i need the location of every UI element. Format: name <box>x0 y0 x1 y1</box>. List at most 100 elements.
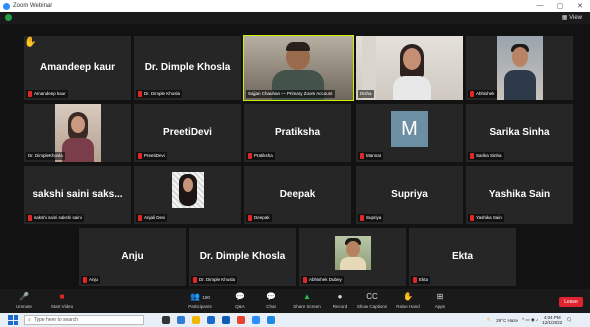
system-tray: ⛅ 29°C Haze ^ ▭ ◉ ♪ 4:04 PM 12/1/2022 🗨 <box>487 315 572 325</box>
chat-icon: 💬 <box>266 292 276 301</box>
caption-text: Anju <box>89 277 99 282</box>
participant-tile[interactable]: Dr. Dimple Khosla Dr. Dimple Khosla <box>134 36 241 100</box>
caption-text: Dr. Dimple Khosla <box>199 277 236 282</box>
mic-muted-icon <box>248 153 252 159</box>
mic-muted-icon <box>470 153 474 159</box>
app-icon[interactable] <box>267 316 275 324</box>
participant-name: Dr. Dimple Khosla <box>199 250 286 262</box>
caption-text: Anjali Devi <box>144 215 166 220</box>
participant-tile[interactable]: PreetiDevi PreetiDevi <box>134 104 241 162</box>
person-body <box>393 76 431 100</box>
participant-tile[interactable]: Dr. DimpleKhosla <box>24 104 131 162</box>
participant-caption: Dr. Dimple Khosla <box>191 276 238 284</box>
mic-muted-icon <box>360 153 364 159</box>
participant-tile[interactable]: Dr. Dimple Khosla Dr. Dimple Khosla <box>189 228 296 286</box>
unmute-label: Unmute <box>16 304 32 309</box>
participant-caption: Pratiksha <box>246 152 275 160</box>
apps-button[interactable]: ⊞ Apps <box>420 291 460 309</box>
participant-caption: Mannat <box>358 152 384 160</box>
zoom-app-icon[interactable] <box>252 316 260 324</box>
window-title: Zoom Webinar <box>13 3 53 9</box>
participant-caption: Abhishek Dubey <box>301 276 344 284</box>
chat-button[interactable]: 💬 Chat <box>251 291 291 309</box>
task-view-icon[interactable] <box>162 316 170 324</box>
participant-caption: Supriya <box>358 214 384 222</box>
person-hair <box>286 42 310 51</box>
participants-button[interactable]: 👥 100 Participants <box>180 291 220 309</box>
person-body <box>62 138 94 162</box>
participants-count: 100 <box>202 295 210 300</box>
edge-icon[interactable] <box>177 316 185 324</box>
maximize-button[interactable]: ▢ <box>550 2 570 10</box>
record-label: Record <box>332 304 348 309</box>
participant-caption: PreetiDevi <box>136 152 167 160</box>
view-button[interactable]: ▦ View <box>562 14 582 21</box>
participant-caption: Abhishek <box>468 90 497 98</box>
participant-caption: Deepak <box>246 214 272 222</box>
file-explorer-icon[interactable] <box>192 316 200 324</box>
notifications-icon[interactable]: 🗨 <box>566 317 572 323</box>
participant-tile[interactable]: Pratiksha Pratiksha <box>244 104 351 162</box>
participant-tile[interactable]: Amandeep kaur Amandeep kaur <box>24 36 131 100</box>
minimize-button[interactable]: — <box>530 2 550 10</box>
participant-caption: Anju <box>81 276 101 284</box>
start-video-button[interactable]: ■ Start Video <box>42 291 82 309</box>
participant-tile[interactable]: Deepak Deepak <box>244 166 351 224</box>
participant-tile[interactable]: Anju Anju <box>79 228 186 286</box>
taskbar-search-input[interactable]: ⌕ Type here to search <box>24 315 144 325</box>
caption-text: Abhishek Dubey <box>309 277 342 282</box>
leave-button[interactable]: Leave <box>559 297 583 307</box>
participant-tile[interactable]: sakshi saini saks... sakshi saini sakshi… <box>24 166 131 224</box>
caption-text: Deepak <box>254 215 270 220</box>
person-body <box>340 257 366 270</box>
caption-text: Pratiksha <box>254 153 273 158</box>
participant-name: Sarika Sinha <box>489 126 550 138</box>
participant-tile[interactable]: Abhishek <box>466 36 573 100</box>
person-head <box>71 116 85 133</box>
clock[interactable]: 4:04 PM 12/1/2022 <box>542 315 562 325</box>
person-head <box>403 48 421 70</box>
participant-caption: Dr. DimpleKhosla <box>26 152 65 160</box>
participant-tile[interactable]: Disha <box>356 36 463 100</box>
windows-start-icon[interactable] <box>8 315 18 325</box>
participant-tile[interactable]: Sarika Sinha Sarika Sinha <box>466 104 573 162</box>
participant-tile-active-speaker[interactable]: Sajjan Chauhan — Primary Zoom Account <box>243 35 354 101</box>
participant-tile[interactable]: Ekta Ekta <box>409 228 516 286</box>
store-icon[interactable] <box>207 316 215 324</box>
captions-icon: CC <box>366 292 378 301</box>
participant-tile[interactable]: Supriya Supriya <box>356 166 463 224</box>
participant-name: Ekta <box>451 250 474 262</box>
unmute-button[interactable]: 🎤 Unmute <box>4 291 44 309</box>
caption-text: PreetiDevi <box>144 153 165 158</box>
meeting-top-bar: ▦ View <box>0 12 590 24</box>
mic-muted-icon <box>28 215 32 221</box>
close-button[interactable]: ✕ <box>570 2 590 10</box>
participant-tile[interactable]: Anjali Devi <box>134 166 241 224</box>
mail-icon[interactable] <box>222 316 230 324</box>
chrome-icon[interactable] <box>237 316 245 324</box>
participant-name: Dr. Dimple Khosla <box>144 61 231 73</box>
participant-tile[interactable]: Yashika Sain Yashika Sain <box>466 166 573 224</box>
tray-icons[interactable]: ^ ▭ ◉ ♪ <box>522 317 538 323</box>
show-captions-button[interactable]: CC Show Captions <box>352 291 392 309</box>
caption-text: Amandeep kaur <box>34 91 66 96</box>
qa-label: Q&A <box>235 304 245 309</box>
search-placeholder: Type here to search <box>33 317 79 323</box>
search-icon: ⌕ <box>28 317 31 323</box>
caption-text: Dr. DimpleKhosla <box>28 153 63 158</box>
captions-label: Show Captions <box>356 304 388 309</box>
avatar: M <box>391 111 428 147</box>
participant-caption: Sajjan Chauhan — Primary Zoom Account <box>246 90 335 98</box>
participant-caption: sakshi saini sakshi saini <box>26 214 84 222</box>
share-screen-label: Share Screen <box>293 304 321 309</box>
mic-off-icon: 🎤 <box>19 292 29 301</box>
security-shield-icon[interactable] <box>5 14 12 21</box>
apps-label: Apps <box>434 304 446 309</box>
mic-muted-icon <box>138 153 142 159</box>
participant-name: Yashika Sain <box>488 188 551 200</box>
person-head <box>512 47 528 67</box>
caption-text: Abhishek <box>476 91 495 96</box>
participant-tile[interactable]: Abhishek Dubey <box>299 228 406 286</box>
mic-muted-icon <box>28 91 32 97</box>
start-video-label: Start Video <box>50 304 74 309</box>
